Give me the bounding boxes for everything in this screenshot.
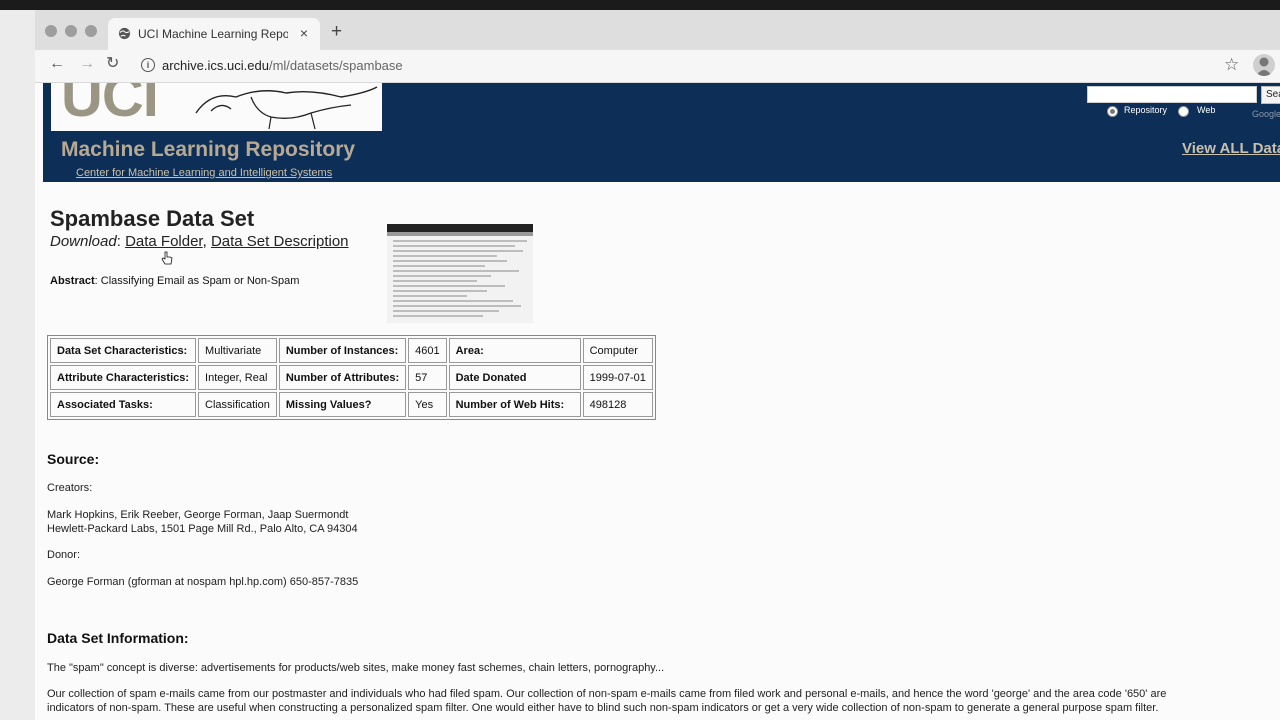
- site-title: Machine Learning Repository: [61, 138, 356, 161]
- creators-text: Mark Hopkins, Erik Reeber, George Forman…: [47, 509, 349, 521]
- table-key: Number of Instances:: [278, 338, 407, 363]
- view-all-datasets-link[interactable]: View ALL Data Sets: [1182, 140, 1280, 157]
- table-key: Associated Tasks:: [50, 392, 197, 417]
- desktop-left-strip: [0, 10, 35, 720]
- table-key: Area:: [448, 338, 581, 363]
- window-minimize-dot[interactable]: [65, 25, 77, 37]
- tab-title: UCI Machine Learning Repository: Spambas…: [138, 27, 288, 41]
- uci-logo[interactable]: UCI: [51, 83, 382, 131]
- hand-cursor-icon: [161, 251, 173, 265]
- browser-toolbar: ← → ↻ i archive.ics.uci.edu/ml/datasets/…: [35, 50, 1280, 83]
- search-input[interactable]: [1087, 86, 1257, 103]
- creators-label: Creators:: [47, 482, 93, 494]
- anteater-logo-icon: [195, 86, 378, 130]
- browser-tab[interactable]: UCI Machine Learning Repository: Spambas…: [108, 18, 320, 50]
- window-zoom-dot[interactable]: [85, 25, 97, 37]
- forward-icon[interactable]: →: [79, 56, 95, 72]
- search-button[interactable]: Search: [1261, 86, 1280, 104]
- abstract-label: Abstract: [50, 275, 95, 287]
- back-icon[interactable]: ←: [49, 56, 65, 72]
- table-value: Computer: [582, 338, 653, 363]
- abstract-text: Classifying Email as Spam or Non-Spam: [100, 275, 300, 287]
- abstract: Abstract: Classifying Email as Spam or N…: [50, 275, 300, 287]
- tab-bar: UCI Machine Learning Repository: Spambas…: [35, 10, 1280, 50]
- center-link[interactable]: Center for Machine Learning and Intellig…: [76, 167, 332, 179]
- site-info-icon[interactable]: i: [141, 58, 155, 72]
- address-text: Hewlett-Packard Labs, 1501 Page Mill Rd.…: [47, 523, 358, 535]
- table-key: Number of Web Hits:: [448, 392, 581, 417]
- page-viewport: UCI Machine Learning Repository Center f…: [35, 83, 1280, 720]
- avatar-icon: [1256, 57, 1272, 76]
- url-host: archive.ics.uci.edu: [162, 58, 269, 73]
- donor-text: George Forman (gforman at nospam hpl.hp.…: [47, 576, 359, 588]
- table-value: 4601: [408, 338, 447, 363]
- table-value: 57: [408, 365, 447, 390]
- bookmark-star-icon[interactable]: ☆: [1224, 55, 1239, 75]
- repository-radio[interactable]: [1107, 106, 1118, 117]
- table-key: Date Donated: [448, 365, 581, 390]
- repository-radio-label: Repository: [1124, 105, 1168, 115]
- data-set-description-link[interactable]: Data Set Description: [211, 233, 349, 250]
- url-path: /ml/datasets/spambase: [268, 58, 403, 73]
- search-hint: Google: [1252, 109, 1280, 119]
- site-banner: UCI Machine Learning Repository Center f…: [43, 83, 1280, 182]
- screen-top-strip: [0, 0, 1280, 10]
- address-bar[interactable]: archive.ics.uci.edu/ml/datasets/spambase: [162, 58, 403, 73]
- browser-window: UCI Machine Learning Repository: Spambas…: [35, 10, 1280, 720]
- table-value: 498128: [582, 392, 653, 417]
- table-row: Attribute Characteristics: Integer, Real…: [50, 365, 653, 390]
- download-links: Download: Data Folder, Data Set Descript…: [50, 233, 349, 250]
- info-paragraph: Our collection of spam e-mails came from…: [47, 688, 1167, 700]
- table-row: Data Set Characteristics: Multivariate N…: [50, 338, 653, 363]
- web-radio[interactable]: [1178, 106, 1189, 117]
- window-close-dot[interactable]: [45, 25, 57, 37]
- globe-icon: [118, 27, 131, 40]
- table-value: Classification: [198, 392, 277, 417]
- new-tab-icon[interactable]: +: [331, 22, 342, 41]
- donor-label: Donor:: [47, 549, 81, 561]
- download-label: Download: [50, 233, 117, 250]
- data-set-information-heading: Data Set Information:: [47, 630, 189, 646]
- table-value: Integer, Real: [198, 365, 277, 390]
- logo-text: UCI: [61, 83, 159, 129]
- tab-close-icon[interactable]: ×: [300, 25, 308, 41]
- table-key: Missing Values?: [278, 392, 407, 417]
- table-key: Number of Attributes:: [278, 365, 407, 390]
- table-value: Yes: [408, 392, 447, 417]
- web-radio-label: Web: [1197, 105, 1216, 115]
- reload-icon[interactable]: ↻: [106, 56, 119, 72]
- data-folder-link[interactable]: Data Folder: [125, 233, 203, 250]
- source-heading: Source:: [47, 451, 100, 467]
- table-row: Associated Tasks: Classification Missing…: [50, 392, 653, 417]
- table-key: Attribute Characteristics:: [50, 365, 197, 390]
- info-paragraph: indicators of non-spam. These are useful…: [47, 702, 1159, 714]
- dataset-thumbnail-image: [387, 224, 533, 323]
- page-title: Spambase Data Set: [50, 206, 255, 231]
- table-value: 1999-07-01: [582, 365, 653, 390]
- profile-avatar[interactable]: [1253, 54, 1275, 76]
- characteristics-table: Data Set Characteristics: Multivariate N…: [47, 335, 656, 420]
- table-value: Multivariate: [198, 338, 277, 363]
- table-key: Data Set Characteristics:: [50, 338, 197, 363]
- info-paragraph: The "spam" concept is diverse: advertise…: [47, 662, 665, 674]
